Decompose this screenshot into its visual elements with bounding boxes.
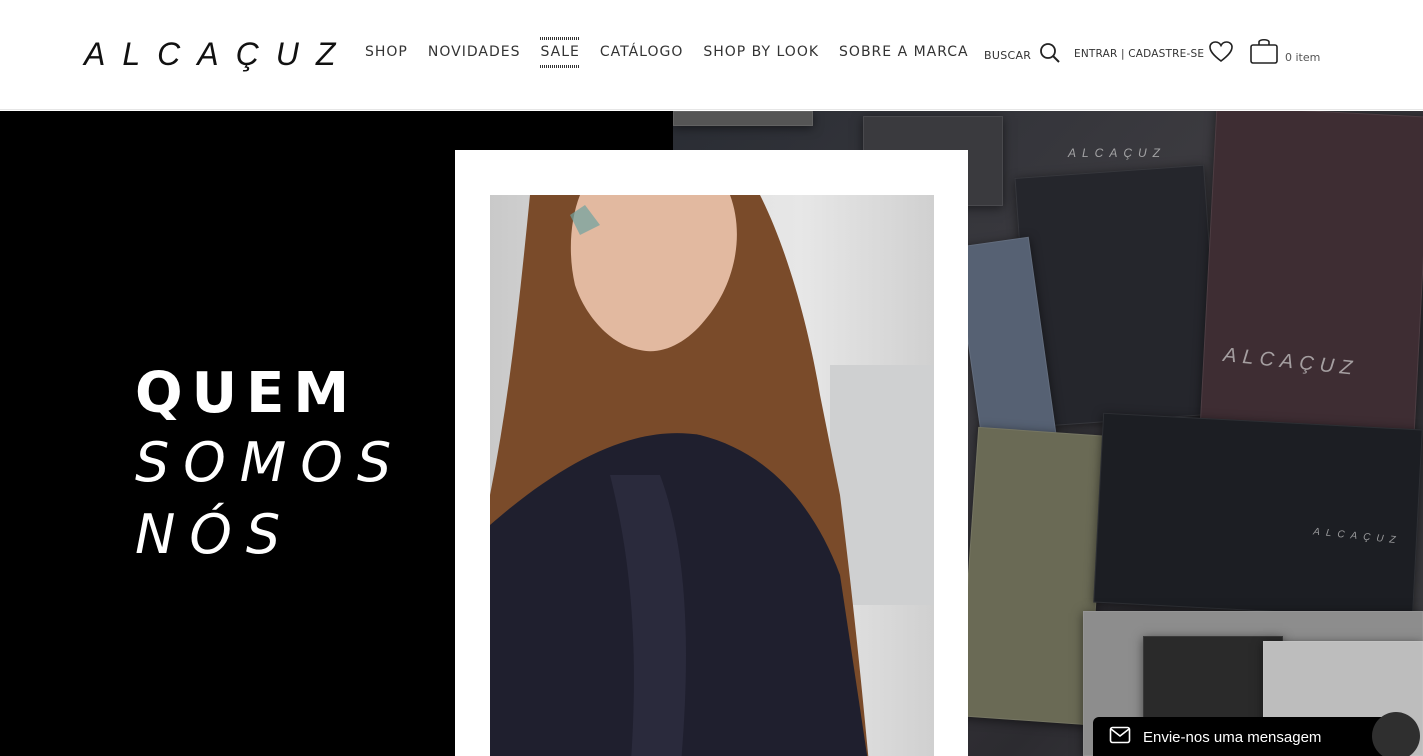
site-header: ALCAÇUZ SHOP NOVIDADES SALE CATÁLOGO SHO… (0, 0, 1423, 110)
model-photo (490, 195, 934, 756)
shopping-bag-icon (1249, 36, 1279, 70)
nav-shop[interactable]: SHOP (365, 44, 408, 60)
hero-photo-frame (455, 150, 968, 756)
login-register-link[interactable]: ENTRAR | CADASTRE-SE (1074, 48, 1204, 60)
chat-widget-button[interactable]: Envie-nos uma mensagem (1093, 717, 1397, 756)
search-icon[interactable] (1039, 42, 1061, 64)
main-nav: SHOP NOVIDADES SALE CATÁLOGO SHOP BY LOO… (365, 37, 969, 68)
nav-shop-by-look[interactable]: SHOP BY LOOK (703, 44, 819, 60)
title-line-nos: NÓS (135, 503, 295, 566)
nav-sale[interactable]: SALE (540, 37, 581, 68)
nav-sobre-a-marca[interactable]: SOBRE A MARCA (839, 44, 969, 60)
cart-button[interactable]: 0 item (1249, 36, 1320, 70)
mail-icon (1109, 726, 1131, 748)
nav-novidades[interactable]: NOVIDADES (428, 44, 521, 60)
nav-catalogo[interactable]: CATÁLOGO (600, 44, 684, 60)
collage-brand-text: ALCAÇUZ (1068, 146, 1167, 160)
hero-title: QUEM SOMOS NÓS (135, 361, 405, 571)
title-line-somos: SOMOS (135, 431, 406, 494)
cart-count: 0 item (1285, 50, 1321, 64)
title-line-quem: QUEM (135, 361, 359, 426)
search-label: BUSCAR (984, 48, 1032, 62)
heart-icon[interactable] (1208, 40, 1234, 68)
chat-label: Envie-nos uma mensagem (1143, 728, 1322, 746)
chat-avatar[interactable] (1372, 712, 1420, 756)
search-button[interactable]: BUSCAR (984, 42, 1061, 64)
about-hero: ALCAÇUZ ALCAÇUZ ALCAÇUZ QUEM SOMOS NÓS (0, 111, 1423, 756)
brand-logo[interactable]: ALCAÇUZ (84, 36, 352, 73)
